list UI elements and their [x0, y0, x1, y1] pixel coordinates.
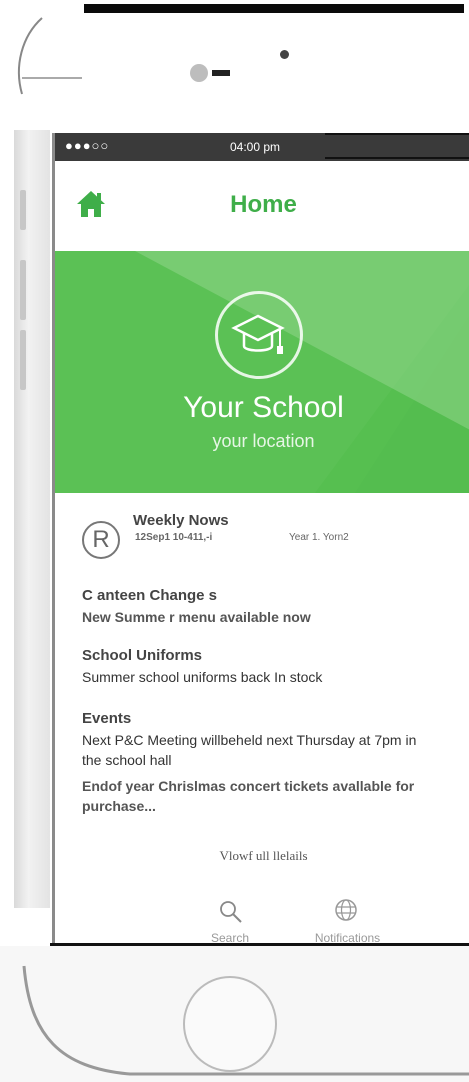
section-body: New Summe r menu available now	[82, 609, 311, 625]
phone-top-edge	[84, 4, 464, 13]
phone-side-frame	[14, 130, 50, 908]
school-banner: Your School your location	[55, 251, 469, 493]
home-button[interactable]	[183, 976, 277, 1072]
news-date: 12Sep1 10-411,-i	[135, 532, 213, 543]
app-header: Home	[55, 161, 469, 251]
status-time: 04:00 pm	[230, 140, 281, 154]
news-year: Year 1. Yorn2	[289, 532, 349, 543]
registered-icon: R	[82, 521, 120, 559]
section-body: Summer school uniforms back In stock	[82, 669, 323, 685]
camera-icon	[190, 64, 208, 82]
section-title: School Uniforms	[82, 647, 203, 664]
frame-line	[325, 157, 469, 159]
school-name: Your School	[183, 391, 344, 424]
school-location: your location	[212, 431, 315, 451]
mute-switch	[20, 190, 26, 230]
frame-line	[325, 133, 469, 135]
app-screen: ●●●○○ 04:00 pm Home Your School your loc…	[52, 133, 469, 948]
search-icon[interactable]	[218, 899, 244, 925]
section-title: Events	[82, 710, 132, 727]
graduation-cap-icon	[215, 291, 303, 379]
globe-icon[interactable]	[333, 897, 359, 923]
phone-corner-outline	[18, 17, 82, 95]
view-details-link[interactable]: Vlowf ull llelails	[55, 848, 469, 864]
volume-up-button	[20, 260, 26, 320]
signal-icon: ●●●○○	[65, 138, 110, 153]
volume-down-button	[20, 330, 26, 390]
section-body: Endof year Chrislmas concert tickets ava…	[82, 778, 415, 814]
section-body: Next P&C Meeting willbeheld next Thursda…	[82, 732, 417, 768]
speaker-icon	[212, 70, 230, 76]
page-title: Home	[230, 191, 297, 218]
sensor-icon	[280, 50, 289, 59]
news-title[interactable]: Weekly Nows	[133, 512, 229, 529]
section-title: C anteen Change s	[82, 587, 218, 604]
